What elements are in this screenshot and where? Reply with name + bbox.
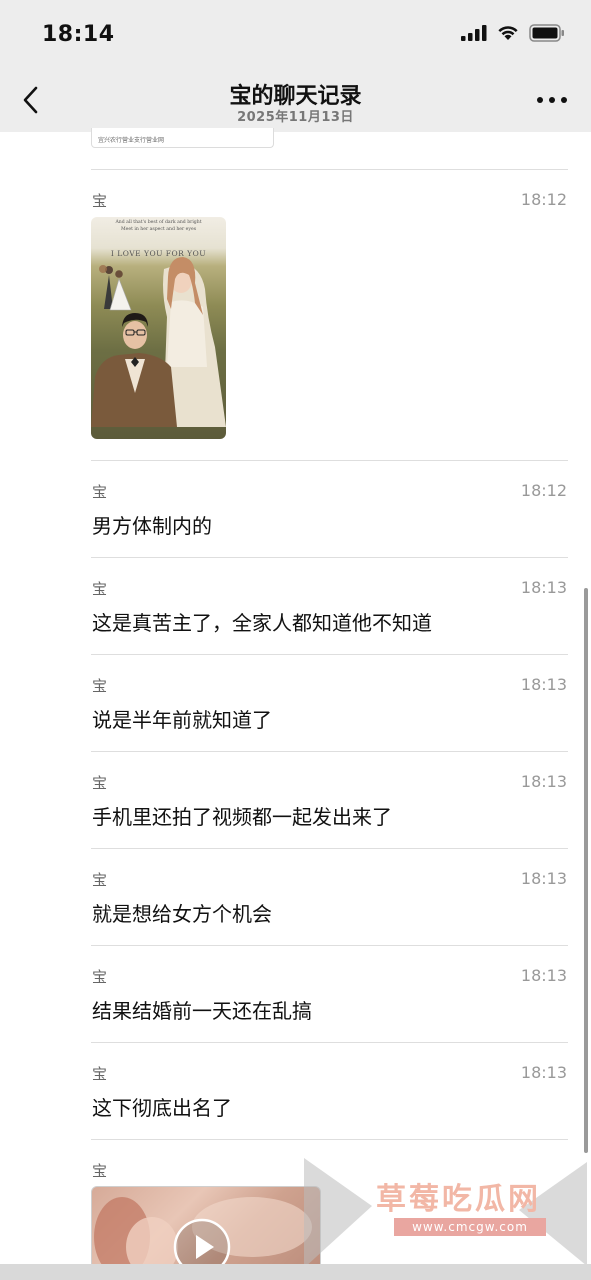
wedding-couple-illustration [91,257,226,427]
message-text: 说是半年前就知道了 [92,708,272,732]
status-time: 18:14 [42,22,115,47]
message-sender: 宝 [92,192,108,210]
divider [91,460,568,461]
divider [91,169,568,170]
divider [91,945,568,946]
message-sender: 宝 [92,1162,108,1180]
message-sender: 宝 [92,580,108,598]
more-button[interactable] [537,94,567,106]
link-card-text: 宜兴农行营业支行营业网 [98,137,165,144]
divider [91,848,568,849]
message-time: 18:13 [520,772,567,791]
signal-icon [461,25,487,41]
divider [91,654,568,655]
message-sender: 宝 [92,677,108,695]
message-text: 这是真苦主了，全家人都知道他不知道 [92,611,432,635]
battery-icon [529,24,564,42]
wifi-icon [498,26,518,40]
divider [91,1042,568,1043]
message-sender: 宝 [92,871,108,889]
status-icons [461,24,565,42]
page-date: 2025年11月13日 [237,110,354,125]
message-text: 男方体制内的 [92,514,212,538]
message-text: 就是想给女方个机会 [92,902,272,926]
more-dots-icon [537,97,543,103]
message-time: 18:13 [520,578,567,597]
message-time: 18:13 [520,1063,567,1082]
chat-history-screen: 18:14 宝的聊天记录 2025年11月13日 宜兴农行营业支行营业网 宝 1… [0,0,591,1280]
wedding-photo[interactable]: And all that's best of dark and bright M… [91,217,226,439]
watermark-url: www.cmcgw.com [394,1218,546,1236]
message-sender: 宝 [92,968,108,986]
divider [91,1139,568,1140]
message-text: 结果结婚前一天还在乱搞 [92,999,312,1023]
message-time: 18:13 [520,966,567,985]
message-time: 18:13 [520,675,567,694]
message-time: 18:12 [520,481,567,500]
message-sender: 宝 [92,774,108,792]
message-text: 手机里还拍了视频都一起发出来了 [92,805,392,829]
divider [91,557,568,558]
link-card-peek[interactable]: 宜兴农行营业支行营业网 [91,128,274,148]
message-sender: 宝 [92,483,108,501]
message-time: 18:13 [520,869,567,888]
watermark-title: 草莓吃瓜网 [376,1182,541,1217]
scrollbar[interactable] [584,588,588,1153]
message-text: 这下彻底出名了 [92,1096,232,1120]
top-bar: 18:14 宝的聊天记录 2025年11月13日 [0,0,591,132]
divider [91,751,568,752]
bottom-bar [0,1264,591,1280]
message-sender: 宝 [92,1065,108,1083]
message-time: 18:12 [520,190,567,209]
